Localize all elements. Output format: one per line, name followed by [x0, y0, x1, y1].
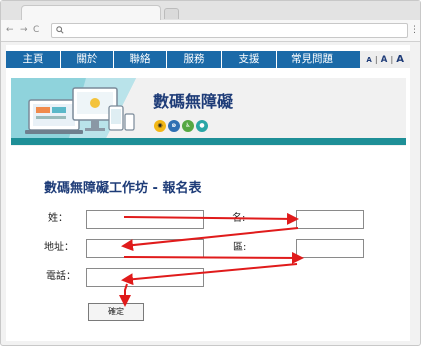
nav-item-home[interactable]: 主頁 — [6, 51, 61, 68]
form-title: 數碼無障礙工作坊 - 報名表 — [44, 181, 202, 196]
font-size-large[interactable]: A — [396, 54, 404, 65]
district-label: 區: — [233, 242, 247, 253]
address-bar[interactable] — [51, 23, 408, 38]
main-nav: 主頁 關於 聯絡 服務 支援 常見問題 A | A | A — [6, 51, 410, 68]
nav-item-support[interactable]: 支援 — [222, 51, 277, 68]
address-label: 地址： — [44, 242, 74, 253]
font-size-controls: A | A | A — [360, 51, 410, 68]
font-size-medium[interactable]: A — [381, 55, 388, 65]
tab-current[interactable] — [21, 5, 161, 20]
banner-stripe — [11, 138, 406, 145]
browser-toolbar: ← → C ⋮ — [1, 20, 420, 42]
nav-item-about[interactable]: 關於 — [61, 51, 114, 68]
accessibility-icons: ◉ ʚ ♿ ● — [154, 120, 208, 132]
district-field[interactable] — [296, 239, 364, 258]
eye-icon: ◉ — [154, 120, 166, 132]
page-viewport: 主頁 關於 聯絡 服務 支援 常見問題 A | A | A 數碼無障礙 ◉ ʚ … — [6, 45, 410, 341]
back-button[interactable]: ← — [6, 24, 14, 36]
nav-item-faq[interactable]: 常見問題 — [277, 51, 347, 68]
brain-icon: ● — [196, 120, 208, 132]
browser-menu-button[interactable]: ⋮ — [410, 24, 419, 36]
surname-label: 姓： — [48, 213, 68, 224]
hearing-icon: ʚ — [168, 120, 180, 132]
browser-window: ← → C ⋮ 主頁 關於 聯絡 服務 支援 常見問題 A | A | A 數碼… — [0, 0, 421, 346]
site-title: 數碼無障礙 — [153, 92, 234, 111]
phone-field[interactable] — [86, 268, 204, 287]
devices-illustration — [11, 78, 136, 138]
given-name-label: 名: — [232, 213, 246, 224]
given-name-field[interactable] — [296, 210, 364, 229]
nav-item-contact[interactable]: 聯絡 — [114, 51, 167, 68]
search-icon — [56, 26, 64, 37]
nav-item-services[interactable]: 服務 — [167, 51, 222, 68]
site-banner: 數碼無障礙 ◉ ʚ ♿ ● — [11, 78, 406, 146]
reload-button[interactable]: C — [33, 24, 39, 36]
surname-field[interactable] — [86, 210, 204, 229]
forward-button[interactable]: → — [20, 24, 28, 36]
tab-strip — [1, 1, 420, 20]
wheelchair-icon: ♿ — [182, 120, 194, 132]
font-size-small[interactable]: A — [366, 56, 371, 64]
phone-label: 電話： — [46, 271, 76, 282]
address-field[interactable] — [86, 239, 204, 258]
new-tab-button[interactable] — [164, 8, 179, 19]
confirm-button[interactable]: 確定 — [88, 303, 144, 321]
